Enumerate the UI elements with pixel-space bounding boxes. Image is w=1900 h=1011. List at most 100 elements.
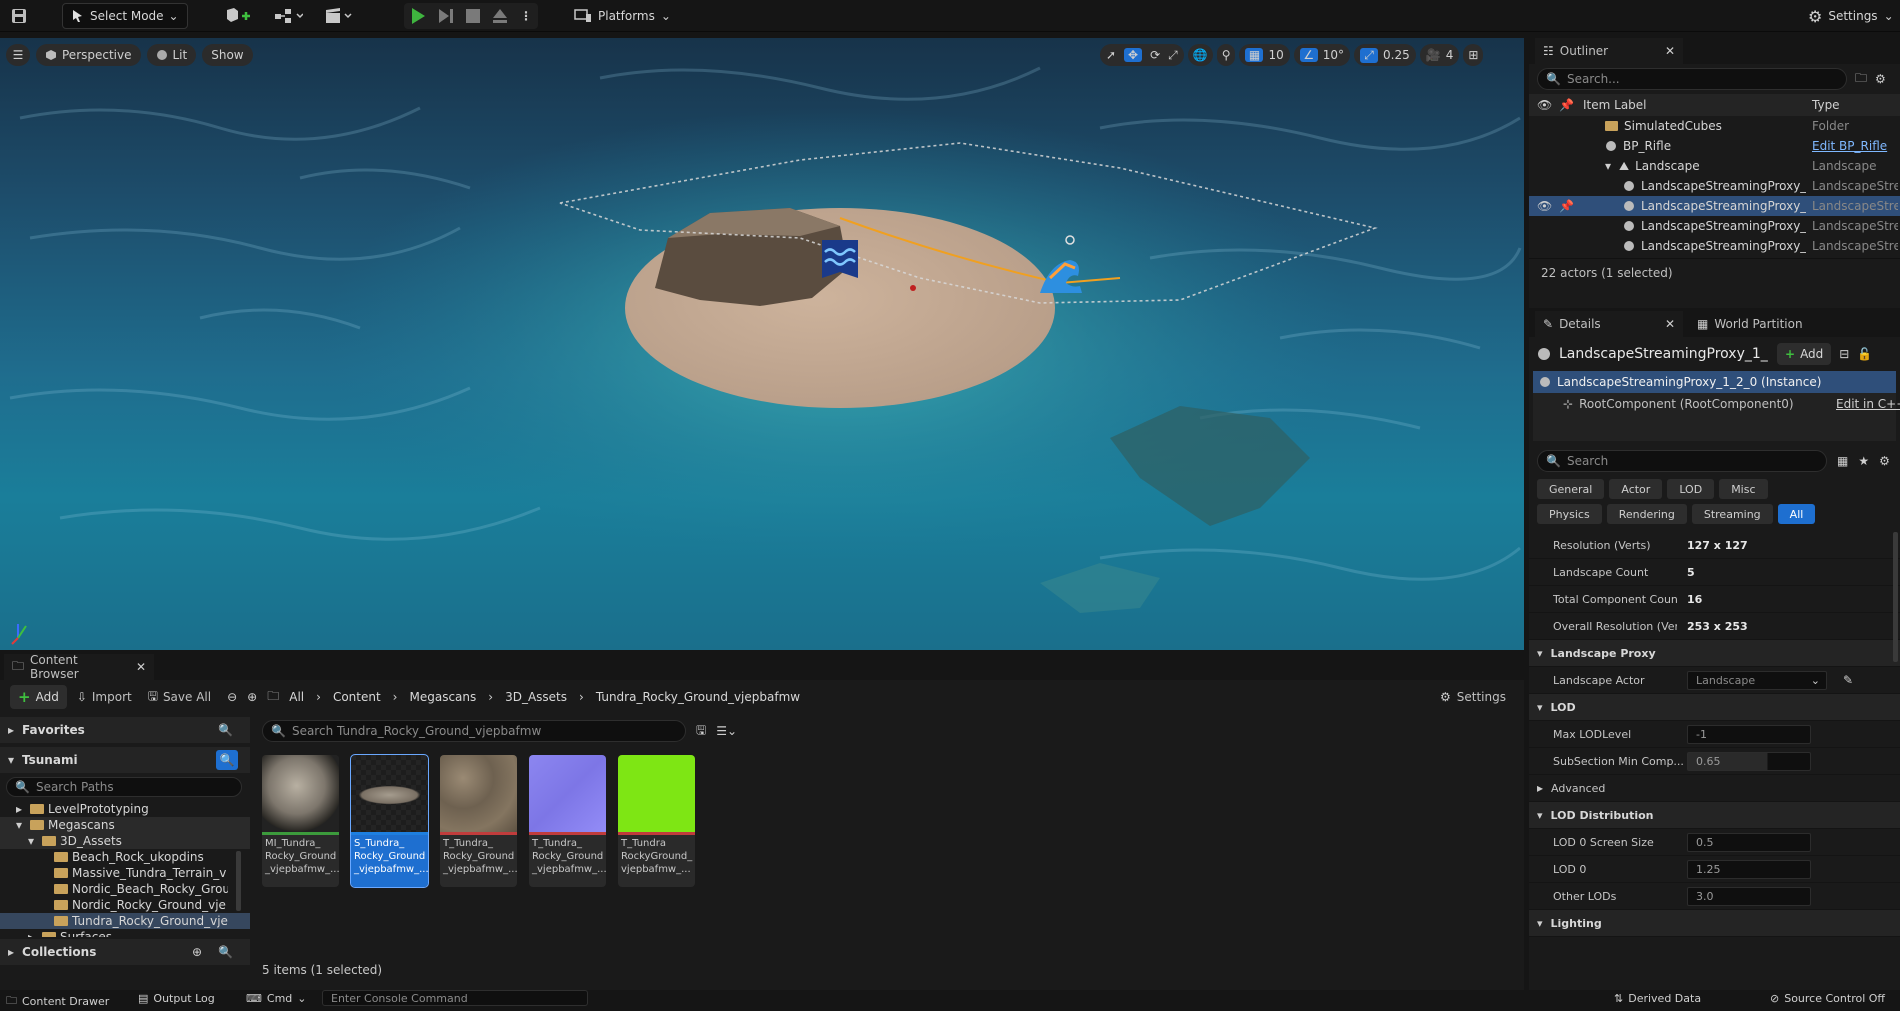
folder-tree-item[interactable]: Massive_Tundra_Terrain_v (0, 865, 250, 881)
pin-icon[interactable]: 📌 (1559, 199, 1574, 213)
select-tool-icon[interactable]: ➚ (1106, 48, 1116, 62)
filter-icon[interactable]: ☰⌄ (716, 724, 737, 738)
favorites-section[interactable]: ▸ Favorites 🔍 (0, 717, 250, 743)
play-icon[interactable] (410, 7, 426, 25)
filter-physics[interactable]: Physics (1537, 504, 1602, 524)
select-mode-dropdown[interactable]: Select Mode ⌄ (62, 3, 188, 29)
details-search-input[interactable]: 🔍 Search (1537, 450, 1827, 472)
save-search-icon[interactable]: 🖫 (696, 721, 706, 742)
folder-tree-item[interactable]: Nordic_Beach_Rocky_Grou (0, 881, 250, 897)
grid-snap[interactable]: ▦ 10 (1239, 44, 1290, 66)
content-browser-settings[interactable]: ⚙ Settings (1440, 690, 1506, 704)
lod0-input[interactable]: 1.25 (1687, 859, 1811, 879)
folder-tree-item[interactable]: ▾ Megascans (0, 817, 250, 833)
folder-tree-item[interactable]: Beach_Rock_ukopdins (0, 849, 250, 865)
breadcrumb-item[interactable]: Megascans (409, 690, 476, 704)
filter-streaming[interactable]: Streaming (1691, 504, 1773, 524)
outliner-search-input[interactable]: 🔍 Search... (1537, 68, 1847, 90)
outliner-row[interactable]: SimulatedCubes Folder (1529, 116, 1900, 136)
hamburger-icon[interactable]: ☰ (6, 44, 30, 66)
show-button[interactable]: Show (202, 44, 253, 66)
derived-data-button[interactable]: ⇅ Derived Data (1614, 992, 1701, 1005)
filter-general[interactable]: General (1537, 479, 1605, 499)
breadcrumb-item[interactable]: Content (333, 690, 381, 704)
breadcrumb-item[interactable]: Tundra_Rocky_Ground_vjepbafmw (596, 690, 800, 704)
add-actor-icon[interactable] (220, 4, 256, 28)
folder-tree-item[interactable]: Nordic_Rocky_Ground_vje (0, 897, 250, 913)
filter-all[interactable]: All (1777, 504, 1816, 524)
world-space-icon[interactable]: 🌐 (1187, 44, 1213, 66)
forward-icon[interactable]: ⊕ (247, 690, 257, 704)
perspective-button[interactable]: Perspective (36, 44, 141, 66)
outliner-row[interactable]: BP_Rifle Edit BP_Rifle (1529, 136, 1900, 156)
scale-tool-icon[interactable]: ⤢ (1168, 48, 1178, 63)
breadcrumb-item[interactable]: 3D_Assets (505, 690, 567, 704)
source-control-button[interactable]: ⊘ Source Control Off (1770, 992, 1898, 1005)
edit-in-cpp-link[interactable]: Edit in C++ (1836, 397, 1900, 411)
column-type[interactable]: Type (1812, 98, 1840, 112)
asset-search-input[interactable]: 🔍 Search Tundra_Rocky_Ground_vjepbafmw (262, 720, 686, 742)
gear-icon[interactable]: ⚙ (1879, 454, 1890, 468)
content-drawer-button[interactable]: 🗀 Content Drawer (6, 992, 109, 1011)
search-icon[interactable]: 🔍 (218, 723, 233, 737)
close-icon[interactable]: ✕ (136, 660, 146, 674)
world-partition-tab[interactable]: ▦ World Partition (1689, 311, 1811, 337)
import-button[interactable]: ⇩ Import (77, 690, 132, 704)
close-icon[interactable]: ✕ (1665, 317, 1675, 331)
root-component-row[interactable]: ⊹ RootComponent (RootComponent0) Edit in… (1533, 393, 1900, 415)
blueprint-convert-icon[interactable]: ⊟ (1839, 347, 1849, 361)
asset-tile[interactable]: T_Tundra_ Rocky_Ground _vjepbafmw_... (529, 755, 606, 887)
breadcrumb-item[interactable]: All (289, 690, 304, 704)
max-lod-input[interactable]: -1 (1687, 724, 1811, 744)
filter-misc[interactable]: Misc (1719, 479, 1768, 499)
scale-snap[interactable]: ⤢ 0.25 (1354, 44, 1416, 66)
advanced-row[interactable]: ▸ Advanced (1529, 775, 1900, 802)
surface-snap-icon[interactable]: ⚲ (1216, 44, 1236, 66)
add-folder-icon[interactable]: 🗀 (1855, 69, 1867, 90)
save-all-button[interactable]: 🖫 Save All (148, 687, 211, 708)
details-scrollbar[interactable] (1893, 532, 1898, 662)
add-collection-icon[interactable]: ⊕ (192, 945, 202, 959)
camera-speed[interactable]: 🎥 4 (1419, 44, 1460, 66)
component-instance-row[interactable]: LandscapeStreamingProxy_1_2_0 (Instance) (1533, 371, 1896, 393)
section-lighting[interactable]: ▾ Lighting (1529, 910, 1900, 937)
search-icon[interactable]: 🔍 (216, 750, 238, 770)
tree-scrollbar[interactable] (236, 851, 241, 911)
gear-icon[interactable]: ⚙ (1875, 72, 1886, 86)
settings-menu[interactable]: ⚙ Settings ⌄ (1808, 4, 1894, 28)
console-command-input[interactable]: Enter Console Command (322, 990, 588, 1006)
collections-section[interactable]: ▸ Collections ⊕ 🔍 (0, 939, 250, 965)
project-section[interactable]: ▾ Tsunami 🔍 (0, 747, 250, 773)
section-lod[interactable]: ▾ LOD (1529, 694, 1900, 721)
maximize-viewport-icon[interactable]: ⊞ (1463, 44, 1484, 66)
filter-actor[interactable]: Actor (1609, 479, 1663, 499)
more-options-icon[interactable]: ⋮ (520, 9, 532, 23)
filter-rendering[interactable]: Rendering (1606, 504, 1687, 524)
back-icon[interactable]: ⊖ (227, 690, 237, 704)
section-landscape-proxy[interactable]: ▾ Landscape Proxy (1529, 640, 1900, 667)
eyedropper-icon[interactable]: ✎ (1843, 673, 1853, 687)
folder-tree-item[interactable]: ▾ 3D_Assets (0, 833, 250, 849)
favorites-star-icon[interactable]: ★ (1858, 454, 1869, 468)
outliner-row[interactable]: Landscape_WaterBrushManaWaterBrushMa (1529, 256, 1900, 258)
asset-tile[interactable]: MI_Tundra_ Rocky_Ground _vjepbafmw_... (262, 755, 339, 887)
other-lods-input[interactable]: 3.0 (1687, 886, 1811, 906)
close-icon[interactable]: ✕ (1665, 44, 1675, 58)
outliner-row[interactable]: LandscapeStreamingProxy_ LandscapeStre (1529, 176, 1900, 196)
search-paths-input[interactable]: 🔍 Search Paths (6, 777, 242, 797)
table-view-icon[interactable]: ▦ (1837, 454, 1848, 468)
outliner-row[interactable]: LandscapeStreamingProxy_ LandscapeStre (1529, 236, 1900, 256)
outliner-row[interactable]: LandscapeStreamingProxy_ LandscapeStre (1529, 216, 1900, 236)
section-lod-distribution[interactable]: ▾ LOD Distribution (1529, 802, 1900, 829)
actor-name[interactable]: LandscapeStreamingProxy_1_ (1559, 346, 1769, 362)
add-component-button[interactable]: + Add (1777, 343, 1832, 365)
add-button[interactable]: + Add (10, 685, 67, 709)
outliner-tab[interactable]: ☷ Outliner ✕ (1535, 38, 1683, 64)
cinematics-icon[interactable] (320, 4, 356, 28)
visibility-icon[interactable]: 👁 (1537, 199, 1552, 213)
content-browser-tab[interactable]: 🗀 Content Browser ✕ (4, 653, 154, 681)
output-log-button[interactable]: ▤ Output Log (138, 992, 215, 1005)
asset-tile[interactable]: T_Tundra RockyGround_ vjepbafmw_... (618, 755, 695, 887)
outliner-row[interactable]: 👁 📌 LandscapeStreamingProxy_ LandscapeStre (1529, 196, 1900, 216)
stop-icon[interactable] (466, 9, 480, 23)
